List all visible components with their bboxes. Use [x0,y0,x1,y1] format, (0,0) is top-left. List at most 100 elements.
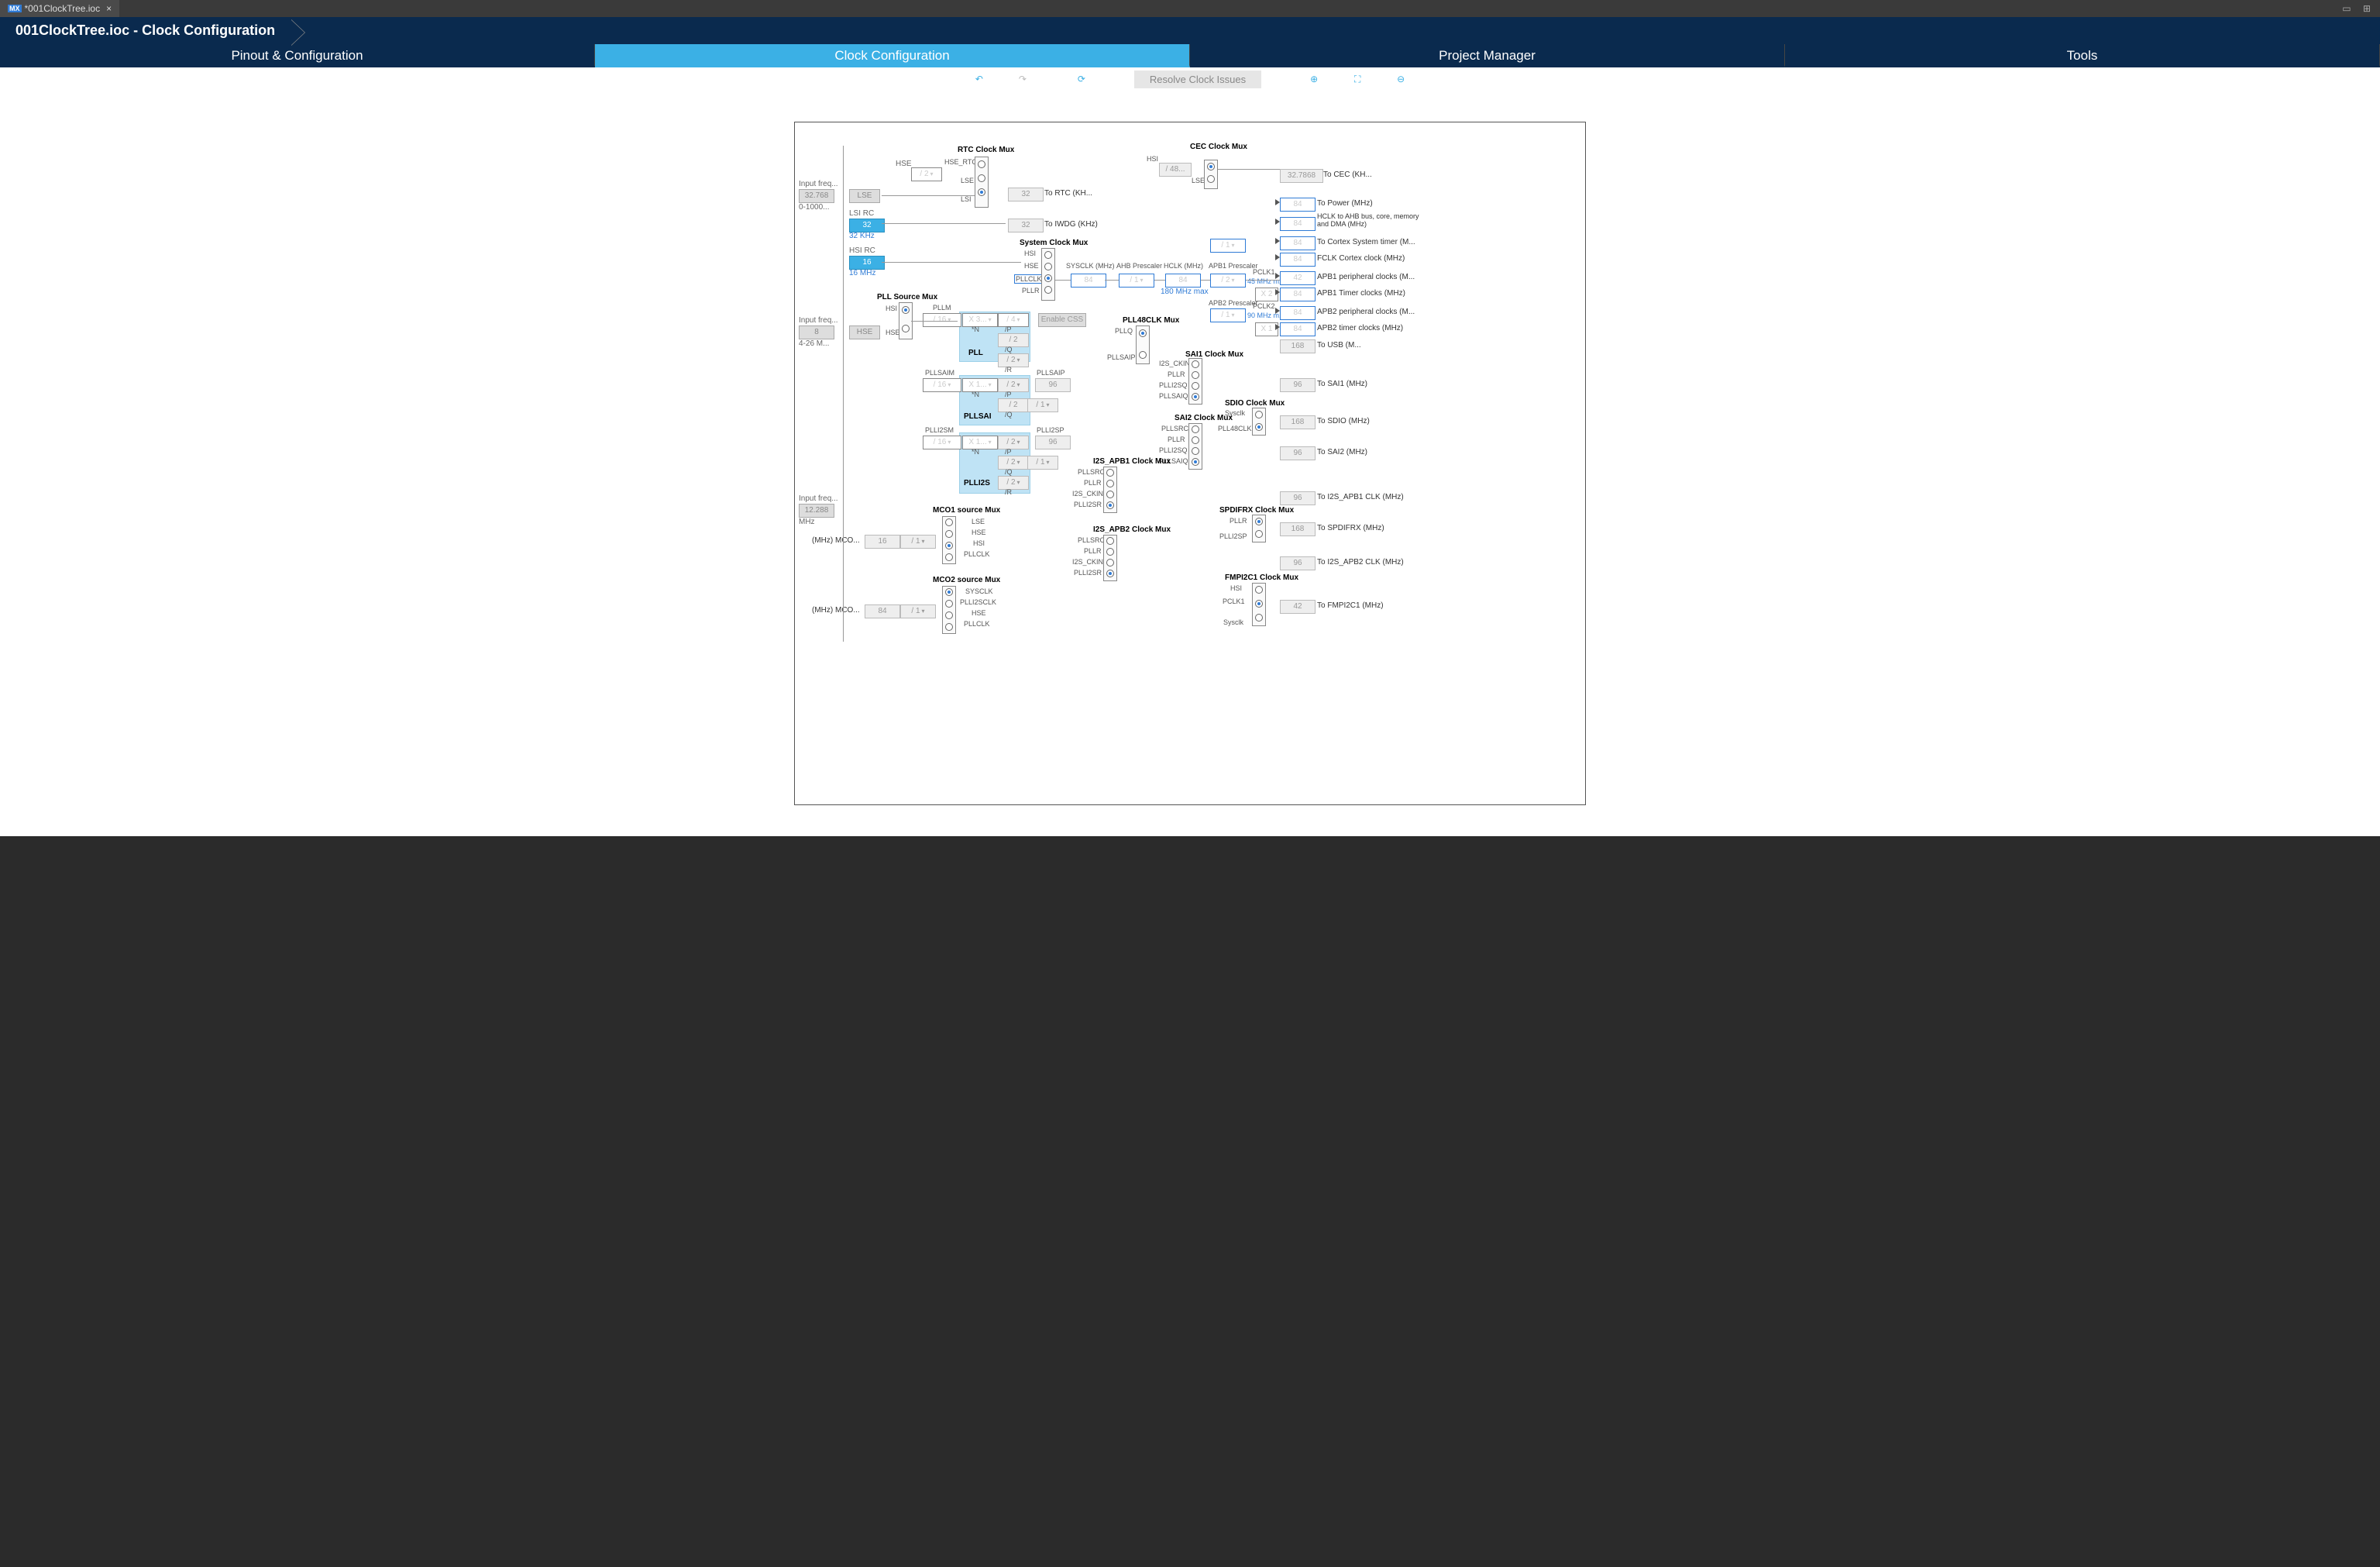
pllsain[interactable]: X 1...▾ [962,378,998,392]
rtc-out-label: To RTC (KH... [1044,189,1092,198]
sai2-mux[interactable] [1188,423,1202,470]
ahb-out[interactable]: 84 [1280,217,1316,231]
enable-css[interactable]: Enable CSS [1038,313,1086,327]
rtc-mux-lse[interactable] [978,174,985,182]
breadcrumb-label: 001ClockTree.ioc - Clock Configuration [15,22,275,38]
plln[interactable]: X 3...▾ [962,313,998,327]
pllsaim[interactable]: / 16▾ [923,378,961,392]
ide-tabbar: MX *001ClockTree.ioc × ▭ ⊞ [0,0,2380,17]
i2s-freq-input[interactable]: 12.288 [799,504,834,518]
apb1-prescaler[interactable]: / 2▾ [1210,274,1246,288]
hclk-value[interactable]: 84 [1165,274,1201,288]
cec-hsi-radio[interactable] [1207,163,1215,170]
power-out[interactable]: 84 [1280,198,1316,212]
plli2sm[interactable]: / 16▾ [923,436,961,449]
mco2-div[interactable]: / 1▾ [900,604,936,618]
pllsaiq[interactable]: / 2 [998,398,1029,412]
pllr[interactable]: / 2▾ [998,353,1029,367]
rtc-mux-hse[interactable] [978,160,985,168]
apb1-periph-out[interactable]: 42 [1280,271,1316,285]
pll48-pllq-radio[interactable] [1139,329,1147,337]
cec-out-label: To CEC (KH... [1323,170,1372,179]
mco1-lse: LSE [972,518,985,525]
sysmux-pllclk-radio[interactable] [1044,274,1052,282]
sysclk-label: SYSCLK (MHz) [1066,262,1115,270]
sdio-title: SDIO Clock Mux [1225,399,1285,408]
i2s-apb1-mux[interactable] [1103,467,1117,513]
tab-clock[interactable]: Clock Configuration [595,44,1190,67]
mco1-hse: HSE [972,529,986,536]
plli2sq-post[interactable]: / 1▾ [1027,456,1058,470]
clock-tree-canvas[interactable]: Input freq... 32.768 0-1000... LSE LSI R… [794,122,1586,805]
fmpi2c-mux[interactable] [1252,583,1266,626]
sysmux-pllr-radio[interactable] [1044,286,1052,294]
sysclk-value[interactable]: 84 [1071,274,1106,288]
tab-tools[interactable]: Tools [1785,44,2380,67]
sysmux-hsi-radio[interactable] [1044,251,1052,259]
cec-lse-radio[interactable] [1207,175,1215,183]
apb1-timer-out[interactable]: 84 [1280,288,1316,301]
refresh-icon[interactable]: ⟳ [1075,73,1088,85]
sdio-mux[interactable] [1252,408,1266,436]
hsi-rc-sub: 16 MHz [849,269,875,277]
zoom-out-icon[interactable]: ⊖ [1395,73,1407,85]
mco2-mux[interactable] [942,586,956,634]
apb1-label: APB1 Prescaler [1209,262,1258,270]
cec-hsi-div[interactable]: / 48... [1159,163,1192,177]
sysclk-mux[interactable] [1041,248,1055,301]
hse-freq-input[interactable]: 8 [799,325,834,339]
rtc-mux-lsi[interactable] [978,188,985,196]
tab-pinout[interactable]: Pinout & Configuration [0,44,595,67]
sai2-pllr: PLLR [1168,436,1185,443]
rtc-mux[interactable] [975,157,989,208]
cortex-timer-out[interactable]: 84 [1280,236,1316,250]
window-controls[interactable]: ▭ ⊞ [2342,3,2375,14]
pll48-pllsaip-radio[interactable] [1139,351,1147,359]
pll-src-hsi-radio[interactable] [902,306,910,314]
tab-project[interactable]: Project Manager [1190,44,1785,67]
sai1-mux[interactable] [1188,358,1202,405]
i2sapb1-pllr: PLLR [1084,479,1102,487]
hclk-max: 180 MHz max [1161,288,1209,296]
ahb-prescaler[interactable]: / 1▾ [1119,274,1154,288]
pllsaip-label: /P [1005,391,1012,398]
pllm[interactable]: / 16▾ [923,313,961,327]
pllp[interactable]: / 4▾ [998,313,1029,327]
i2s-apb2-mux[interactable] [1103,535,1117,581]
pll48-pllq: PLLQ [1115,327,1133,335]
spdif-mux[interactable] [1252,515,1266,542]
file-tab[interactable]: MX *001ClockTree.ioc × [0,0,119,17]
sysmux-hse-radio[interactable] [1044,263,1052,270]
pll48-title: PLL48CLK Mux [1123,316,1179,325]
resolve-button[interactable]: Resolve Clock Issues [1134,71,1261,88]
pll48-mux[interactable] [1136,325,1150,364]
plli2sp[interactable]: / 2▾ [998,436,1029,449]
fclk-out[interactable]: 84 [1280,253,1316,267]
breadcrumb: 001ClockTree.ioc - Clock Configuration [0,19,291,42]
cortex-div[interactable]: / 1▾ [1210,239,1246,253]
pllq[interactable]: / 2 [998,333,1029,347]
sysmux-pllclk: PLLCLK [1014,274,1044,284]
apb2-periph-out[interactable]: 84 [1280,306,1316,320]
fit-icon[interactable]: ⛶ [1351,73,1364,85]
mco1-mux[interactable] [942,516,956,564]
zoom-in-icon[interactable]: ⊕ [1308,73,1320,85]
apb2-timer-out[interactable]: 84 [1280,322,1316,336]
plli2sn[interactable]: X 1...▾ [962,436,998,449]
lse-freq-input[interactable]: 32.768 [799,189,834,203]
plli2sq[interactable]: / 2▾ [998,456,1029,470]
mco2-out-label: (MHz) MCO... [812,606,860,615]
rtc-hse-div[interactable]: / 2▾ [911,167,942,181]
rtc-out: 32 [1008,188,1044,201]
mco1-div[interactable]: / 1▾ [900,535,936,549]
pllq-label: /Q [1005,346,1013,353]
cec-mux[interactable] [1204,160,1218,189]
pll-src-hse-radio[interactable] [902,325,910,332]
pllsaip[interactable]: / 2▾ [998,378,1029,392]
apb2-prescaler[interactable]: / 1▾ [1210,308,1246,322]
plli2sr[interactable]: / 2▾ [998,476,1029,490]
sysclk-mux-title: System Clock Mux [1020,239,1088,247]
close-icon[interactable]: × [106,3,112,14]
pllsaiq-post[interactable]: / 1▾ [1027,398,1058,412]
undo-icon[interactable]: ↶ [973,73,985,85]
